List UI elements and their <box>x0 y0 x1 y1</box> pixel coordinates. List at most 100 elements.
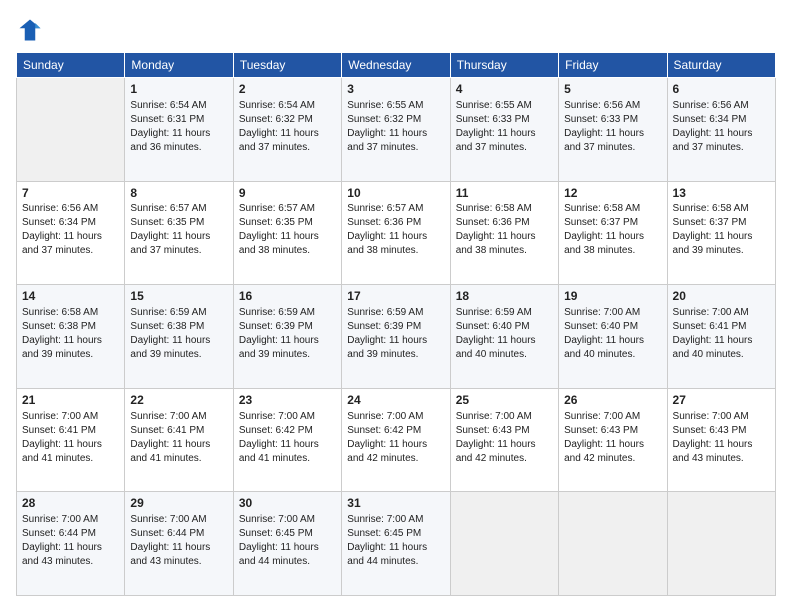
day-info: Sunrise: 7:00 AM <box>239 410 336 424</box>
day-info: Daylight: 11 hours <box>456 438 553 452</box>
day-info: and 44 minutes. <box>347 555 444 569</box>
day-info: Daylight: 11 hours <box>130 438 227 452</box>
day-info: Sunrise: 7:00 AM <box>130 513 227 527</box>
day-info: Sunrise: 7:00 AM <box>22 513 119 527</box>
day-number: 27 <box>673 392 770 409</box>
day-number: 21 <box>22 392 119 409</box>
day-info: Sunset: 6:36 PM <box>456 216 553 230</box>
day-info: Daylight: 11 hours <box>22 438 119 452</box>
day-number: 26 <box>564 392 661 409</box>
calendar-week-3: 14Sunrise: 6:58 AMSunset: 6:38 PMDayligh… <box>17 285 776 389</box>
calendar-cell: 22Sunrise: 7:00 AMSunset: 6:41 PMDayligh… <box>125 388 233 492</box>
day-info: Sunset: 6:35 PM <box>130 216 227 230</box>
day-number: 25 <box>456 392 553 409</box>
day-info: and 42 minutes. <box>347 452 444 466</box>
day-info: Sunrise: 6:59 AM <box>239 306 336 320</box>
calendar-cell: 17Sunrise: 6:59 AMSunset: 6:39 PMDayligh… <box>342 285 450 389</box>
calendar-cell: 8Sunrise: 6:57 AMSunset: 6:35 PMDaylight… <box>125 181 233 285</box>
day-info: Sunset: 6:32 PM <box>239 113 336 127</box>
day-info: and 40 minutes. <box>564 348 661 362</box>
day-info: Sunrise: 7:00 AM <box>347 513 444 527</box>
day-header-sunday: Sunday <box>17 53 125 78</box>
day-header-tuesday: Tuesday <box>233 53 341 78</box>
calendar-cell <box>450 492 558 596</box>
day-info: Sunset: 6:31 PM <box>130 113 227 127</box>
day-info: Daylight: 11 hours <box>564 334 661 348</box>
day-info: Daylight: 11 hours <box>130 334 227 348</box>
day-info: Daylight: 11 hours <box>673 127 770 141</box>
calendar-cell: 31Sunrise: 7:00 AMSunset: 6:45 PMDayligh… <box>342 492 450 596</box>
day-info: Daylight: 11 hours <box>239 438 336 452</box>
calendar-cell: 13Sunrise: 6:58 AMSunset: 6:37 PMDayligh… <box>667 181 775 285</box>
day-info: Daylight: 11 hours <box>239 541 336 555</box>
calendar-cell: 23Sunrise: 7:00 AMSunset: 6:42 PMDayligh… <box>233 388 341 492</box>
day-info: and 38 minutes. <box>239 244 336 258</box>
calendar-cell: 3Sunrise: 6:55 AMSunset: 6:32 PMDaylight… <box>342 78 450 182</box>
day-info: Daylight: 11 hours <box>22 230 119 244</box>
day-info: and 37 minutes. <box>130 244 227 258</box>
calendar-header-row: SundayMondayTuesdayWednesdayThursdayFrid… <box>17 53 776 78</box>
day-info: and 39 minutes. <box>347 348 444 362</box>
day-info: Daylight: 11 hours <box>456 334 553 348</box>
day-number: 9 <box>239 185 336 202</box>
day-info: Daylight: 11 hours <box>239 127 336 141</box>
day-info: Sunset: 6:37 PM <box>564 216 661 230</box>
day-number: 20 <box>673 288 770 305</box>
day-number: 4 <box>456 81 553 98</box>
day-info: Sunrise: 6:54 AM <box>130 99 227 113</box>
logo <box>16 16 48 44</box>
day-info: Sunset: 6:38 PM <box>130 320 227 334</box>
day-info: Sunrise: 6:59 AM <box>456 306 553 320</box>
day-number: 1 <box>130 81 227 98</box>
day-info: Daylight: 11 hours <box>673 334 770 348</box>
header <box>16 16 776 44</box>
calendar-week-5: 28Sunrise: 7:00 AMSunset: 6:44 PMDayligh… <box>17 492 776 596</box>
day-info: Sunset: 6:36 PM <box>347 216 444 230</box>
day-info: Sunrise: 6:59 AM <box>130 306 227 320</box>
day-number: 24 <box>347 392 444 409</box>
calendar-cell: 11Sunrise: 6:58 AMSunset: 6:36 PMDayligh… <box>450 181 558 285</box>
day-info: Sunrise: 6:58 AM <box>673 202 770 216</box>
day-number: 11 <box>456 185 553 202</box>
calendar-cell: 4Sunrise: 6:55 AMSunset: 6:33 PMDaylight… <box>450 78 558 182</box>
day-info: Sunset: 6:33 PM <box>456 113 553 127</box>
day-info: Daylight: 11 hours <box>347 127 444 141</box>
calendar-cell: 26Sunrise: 7:00 AMSunset: 6:43 PMDayligh… <box>559 388 667 492</box>
calendar-cell: 14Sunrise: 6:58 AMSunset: 6:38 PMDayligh… <box>17 285 125 389</box>
day-info: and 40 minutes. <box>673 348 770 362</box>
calendar-cell: 19Sunrise: 7:00 AMSunset: 6:40 PMDayligh… <box>559 285 667 389</box>
day-info: and 36 minutes. <box>130 141 227 155</box>
day-info: Sunrise: 7:00 AM <box>22 410 119 424</box>
calendar-cell: 20Sunrise: 7:00 AMSunset: 6:41 PMDayligh… <box>667 285 775 389</box>
day-info: Sunset: 6:34 PM <box>673 113 770 127</box>
day-number: 17 <box>347 288 444 305</box>
day-info: Sunset: 6:37 PM <box>673 216 770 230</box>
calendar-cell <box>559 492 667 596</box>
day-info: and 37 minutes. <box>564 141 661 155</box>
day-info: Sunset: 6:44 PM <box>130 527 227 541</box>
day-info: and 44 minutes. <box>239 555 336 569</box>
calendar-body: 1Sunrise: 6:54 AMSunset: 6:31 PM Daylight… <box>17 78 776 596</box>
day-number: 16 <box>239 288 336 305</box>
day-number: 12 <box>564 185 661 202</box>
day-info: Sunset: 6:40 PM <box>564 320 661 334</box>
day-info: Sunrise: 6:59 AM <box>347 306 444 320</box>
day-info: Daylight: 11 hours <box>22 334 119 348</box>
day-info: and 38 minutes. <box>564 244 661 258</box>
day-header-wednesday: Wednesday <box>342 53 450 78</box>
day-info: Sunset: 6:40 PM <box>456 320 553 334</box>
day-info: and 39 minutes. <box>130 348 227 362</box>
calendar-cell: 25Sunrise: 7:00 AMSunset: 6:43 PMDayligh… <box>450 388 558 492</box>
day-info: Sunrise: 7:00 AM <box>564 306 661 320</box>
day-info: Sunset: 6:45 PM <box>239 527 336 541</box>
day-info: Sunset: 6:33 PM <box>564 113 661 127</box>
day-info: Sunset: 6:38 PM <box>22 320 119 334</box>
day-number: 19 <box>564 288 661 305</box>
day-number: 30 <box>239 495 336 512</box>
calendar-cell: 29Sunrise: 7:00 AMSunset: 6:44 PMDayligh… <box>125 492 233 596</box>
day-info: Daylight: 11 hours <box>673 438 770 452</box>
day-info: Sunrise: 7:00 AM <box>130 410 227 424</box>
day-info: and 39 minutes. <box>22 348 119 362</box>
day-number: 13 <box>673 185 770 202</box>
calendar-week-4: 21Sunrise: 7:00 AMSunset: 6:41 PMDayligh… <box>17 388 776 492</box>
